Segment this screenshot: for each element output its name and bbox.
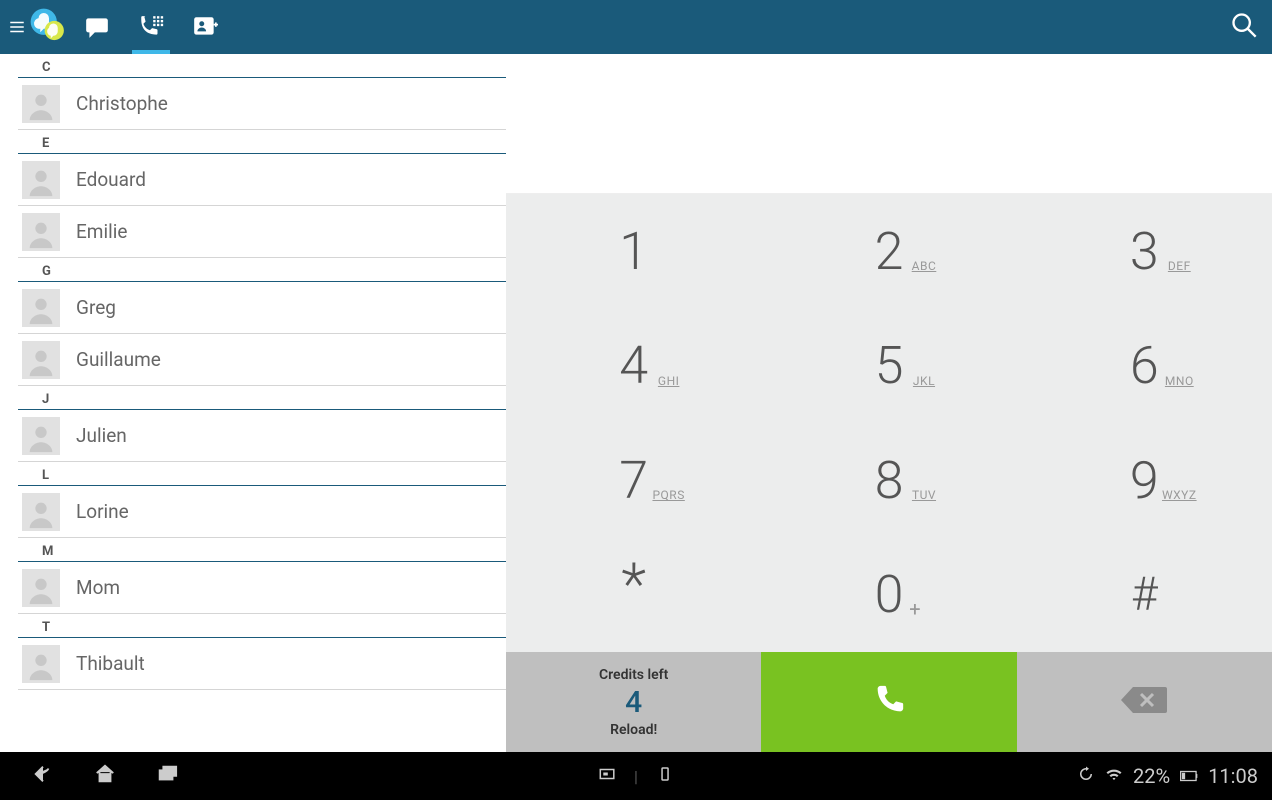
list-item[interactable]: Thibault <box>18 638 506 690</box>
key-digit: 0 <box>875 564 904 625</box>
top-bar <box>0 0 1272 54</box>
small-apps-icon[interactable] <box>656 765 674 787</box>
key-8[interactable]: 8 TUV <box>761 423 1016 538</box>
key-digit: 2 <box>875 221 904 282</box>
contact-name: Greg <box>76 296 116 319</box>
dialer-bottom: Credits left 4 Reload! <box>506 652 1272 752</box>
key-letters: ABC <box>912 259 937 273</box>
key-7[interactable]: 7 PQRS <box>506 423 761 538</box>
list-item[interactable]: Mom <box>18 562 506 614</box>
battery-percent: 22% <box>1133 764 1170 788</box>
dialer-panel: 1 2 ABC 3 DEF 4 GHI 5 JKL 6 MNO 7 PQRS 8 TUV 9W… <box>506 54 1272 752</box>
sync-icon <box>1077 764 1095 788</box>
contact-name: Thibault <box>76 652 145 675</box>
number-display[interactable] <box>506 54 1272 194</box>
avatar <box>22 493 60 531</box>
key-digit: 9 <box>1130 450 1159 511</box>
call-button[interactable] <box>761 652 1016 752</box>
key-digit: 6 <box>1130 335 1159 396</box>
contact-name: Emilie <box>76 220 127 243</box>
section-header: L <box>18 462 506 486</box>
back-icon[interactable] <box>32 763 54 789</box>
key-letters: GHI <box>658 374 680 388</box>
contact-name: Lorine <box>76 500 129 523</box>
contact-name: Edouard <box>76 168 146 191</box>
key-letters: JKL <box>913 374 935 388</box>
avatar <box>22 161 60 199</box>
keypad: 1 2 ABC 3 DEF 4 GHI 5 JKL 6 MNO 7 PQRS 8 TUV 9W… <box>506 194 1272 652</box>
contact-name: Julien <box>76 424 127 447</box>
tab-messages[interactable] <box>70 0 124 54</box>
contact-name: Guillaume <box>76 348 161 371</box>
key-digit: 8 <box>875 450 904 511</box>
app-logo[interactable] <box>28 6 70 48</box>
battery-icon <box>1180 767 1198 785</box>
key-star[interactable]: * <box>506 538 761 653</box>
credits-reload: Reload! <box>610 722 657 738</box>
key-2[interactable]: 2 ABC <box>761 194 1016 309</box>
home-icon[interactable] <box>94 763 116 789</box>
backspace-button[interactable] <box>1017 652 1272 752</box>
key-1[interactable]: 1 <box>506 194 761 309</box>
system-navbar: | 22% 11:08 <box>0 752 1272 800</box>
avatar <box>22 85 60 123</box>
wifi-icon <box>1105 764 1123 788</box>
key-digit: 5 <box>875 335 904 396</box>
key-letters: DEF <box>1168 259 1191 273</box>
tab-dialer[interactable] <box>124 0 178 54</box>
key-letters: + <box>909 597 920 621</box>
key-letters: TUV <box>912 488 936 502</box>
section-header: M <box>18 538 506 562</box>
menu-icon[interactable] <box>6 18 28 36</box>
key-digit: 3 <box>1130 221 1159 282</box>
avatar <box>22 645 60 683</box>
credits-count: 4 <box>625 685 642 720</box>
section-header: T <box>18 614 506 638</box>
key-letters: PQRS <box>652 488 684 502</box>
key-letters: MNO <box>1165 374 1194 388</box>
main: C Christophe E Edouard Emilie G Greg Gui… <box>0 54 1272 752</box>
key-digit: 7 <box>619 450 648 511</box>
key-digit: 1 <box>619 221 648 282</box>
section-header: G <box>18 258 506 282</box>
list-item[interactable]: Christophe <box>18 78 506 130</box>
list-item[interactable]: Edouard <box>18 154 506 206</box>
section-header: J <box>18 386 506 410</box>
list-item[interactable]: Greg <box>18 282 506 334</box>
section-header: C <box>18 54 506 78</box>
list-item[interactable]: Julien <box>18 410 506 462</box>
list-item[interactable]: Guillaume <box>18 334 506 386</box>
key-digit: 4 <box>619 335 648 396</box>
search-icon[interactable] <box>1230 11 1258 43</box>
key-hash[interactable]: # <box>1017 538 1272 653</box>
phone-icon <box>872 683 906 721</box>
avatar <box>22 289 60 327</box>
screenshot-icon[interactable] <box>598 765 616 787</box>
key-5[interactable]: 5 JKL <box>761 309 1016 424</box>
key-4[interactable]: 4 GHI <box>506 309 761 424</box>
avatar <box>22 417 60 455</box>
clock-time: 11:08 <box>1208 764 1258 788</box>
credits-button[interactable]: Credits left 4 Reload! <box>506 652 761 752</box>
key-6[interactable]: 6 MNO <box>1017 309 1272 424</box>
avatar <box>22 341 60 379</box>
key-digit: # <box>1131 568 1158 622</box>
key-0[interactable]: 0+ <box>761 538 1016 653</box>
key-letters: WXYZ <box>1162 488 1197 502</box>
credits-label: Credits left <box>599 667 668 683</box>
key-digit: * <box>621 551 646 619</box>
contact-name: Mom <box>76 576 120 599</box>
avatar <box>22 569 60 607</box>
section-header: E <box>18 130 506 154</box>
avatar <box>22 213 60 251</box>
key-3[interactable]: 3 DEF <box>1017 194 1272 309</box>
key-9[interactable]: 9WXYZ <box>1017 423 1272 538</box>
tab-add-contact[interactable] <box>178 0 232 54</box>
contact-name: Christophe <box>76 92 168 115</box>
recent-apps-icon[interactable] <box>156 763 178 789</box>
contacts-list[interactable]: C Christophe E Edouard Emilie G Greg Gui… <box>0 54 506 752</box>
backspace-icon <box>1119 683 1169 721</box>
list-item[interactable]: Emilie <box>18 206 506 258</box>
list-item[interactable]: Lorine <box>18 486 506 538</box>
